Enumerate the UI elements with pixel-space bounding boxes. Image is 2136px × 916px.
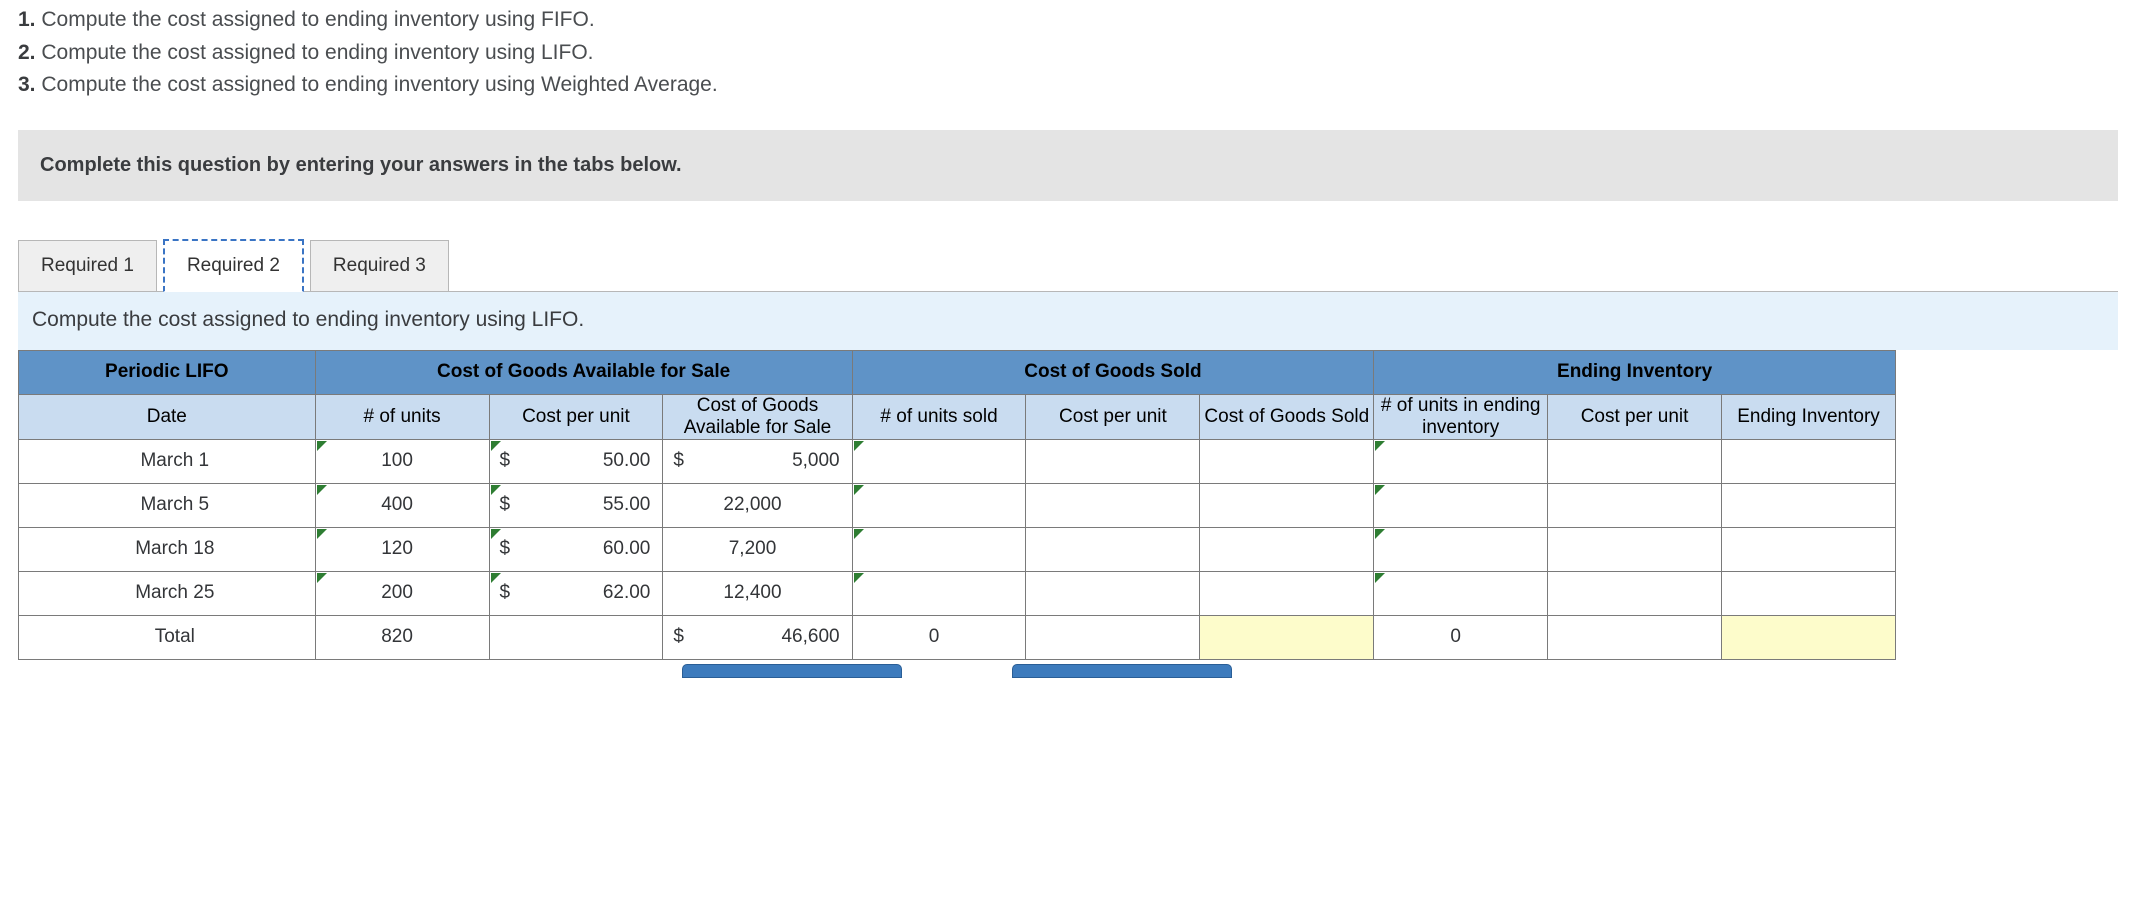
cell-units-input[interactable]: 400 [315,483,489,527]
table-row: March 1 100 $50.00 $5,000 [19,439,1896,483]
cell-cogs [1200,527,1374,571]
cell-total-units: 820 [315,615,489,659]
question-2: 2. Compute the cost assigned to ending i… [18,37,2118,70]
cell-units-input[interactable]: 120 [315,527,489,571]
group-header-available: Cost of Goods Available for Sale [315,350,852,394]
tab-required-1[interactable]: Required 1 [18,240,157,292]
cell-cpu-sold [1026,571,1200,615]
edit-indicator-icon [854,485,864,495]
cell-cpu-sold [1026,483,1200,527]
edit-indicator-icon [317,485,327,495]
corner-header: Periodic LIFO [19,350,316,394]
cell-blank [1548,615,1722,659]
cell-cost-per-unit-input[interactable]: $50.00 [489,439,663,483]
cell-ending-inventory [1722,439,1896,483]
cell-cpu-sold [1026,439,1200,483]
cell-cogs-available: 12,400 [663,571,852,615]
cell-cogs-available: 22,000 [663,483,852,527]
edit-indicator-icon [854,441,864,451]
col-cogs-available: Cost of Goods Available for Sale [663,394,852,439]
cell-total-units-sold: 0 [852,615,1026,659]
tabs-row: Required 1 Required 2 Required 3 [18,231,2136,291]
cell-cpu-end [1548,571,1722,615]
edit-indicator-icon [1375,529,1385,539]
edit-indicator-icon [854,573,864,583]
edit-indicator-icon [854,529,864,539]
col-cost-per-unit-sold: Cost per unit [1026,394,1200,439]
tab-required-2[interactable]: Required 2 [163,239,304,292]
cell-cogs [1200,439,1374,483]
col-units: # of units [315,394,489,439]
cell-units-ending-input[interactable] [1374,527,1548,571]
cell-total-units-ending: 0 [1374,615,1548,659]
group-header-ending: Ending Inventory [1374,350,1896,394]
edit-indicator-icon [1375,441,1385,451]
instruction-bar: Complete this question by entering your … [18,130,2118,201]
cell-units-sold-input[interactable] [852,483,1026,527]
cell-cpu-end [1548,439,1722,483]
cell-ending-inventory [1722,527,1896,571]
group-header-cogs: Cost of Goods Sold [852,350,1374,394]
cell-date: March 5 [19,483,316,527]
cell-units-sold-input[interactable] [852,571,1026,615]
cell-units-ending-input[interactable] [1374,483,1548,527]
prev-button[interactable] [682,664,902,678]
table-row: March 25 200 $62.00 12,400 [19,571,1896,615]
tab-prompt: Compute the cost assigned to ending inve… [18,291,2118,350]
cell-total-ending-inventory[interactable] [1722,615,1896,659]
cell-units-sold-input[interactable] [852,439,1026,483]
table-row: March 5 400 $55.00 22,000 [19,483,1896,527]
col-units-ending: # of units in ending inventory [1374,394,1548,439]
cell-cpu-end [1548,527,1722,571]
edit-indicator-icon [491,529,501,539]
cell-blank [489,615,663,659]
cell-cogs-available: 7,200 [663,527,852,571]
cell-cogs [1200,483,1374,527]
cell-units-ending-input[interactable] [1374,571,1548,615]
table-row: March 18 120 $60.00 7,200 [19,527,1896,571]
cell-date: March 25 [19,571,316,615]
cell-cpu-sold [1026,527,1200,571]
col-cost-per-unit-end: Cost per unit [1548,394,1722,439]
col-cogs: Cost of Goods Sold [1200,394,1374,439]
edit-indicator-icon [491,441,501,451]
edit-indicator-icon [317,441,327,451]
cell-blank [1026,615,1200,659]
cell-cpu-end [1548,483,1722,527]
cell-cost-per-unit-input[interactable]: $62.00 [489,571,663,615]
tab-required-3[interactable]: Required 3 [310,240,449,292]
edit-indicator-icon [491,573,501,583]
cell-units-sold-input[interactable] [852,527,1026,571]
cell-ending-inventory [1722,571,1896,615]
col-date: Date [19,394,316,439]
cell-cogs [1200,571,1374,615]
cell-total-cogs-available: $46,600 [663,615,852,659]
cell-cost-per-unit-input[interactable]: $60.00 [489,527,663,571]
cell-units-input[interactable]: 100 [315,439,489,483]
cell-date: March 18 [19,527,316,571]
question-3: 3. Compute the cost assigned to ending i… [18,69,2118,102]
edit-indicator-icon [491,485,501,495]
footer-nav [18,664,1896,678]
cell-units-input[interactable]: 200 [315,571,489,615]
col-cost-per-unit: Cost per unit [489,394,663,439]
cell-total-label: Total [19,615,316,659]
question-1: 1. Compute the cost assigned to ending i… [18,4,2118,37]
next-button[interactable] [1012,664,1232,678]
col-ending-inventory: Ending Inventory [1722,394,1896,439]
cell-cost-per-unit-input[interactable]: $55.00 [489,483,663,527]
edit-indicator-icon [1375,485,1385,495]
edit-indicator-icon [1375,573,1385,583]
lifo-table: Periodic LIFO Cost of Goods Available fo… [18,350,1896,660]
cell-date: March 1 [19,439,316,483]
edit-indicator-icon [317,573,327,583]
cell-total-cogs[interactable] [1200,615,1374,659]
col-units-sold: # of units sold [852,394,1026,439]
question-list: 1. Compute the cost assigned to ending i… [0,0,2136,110]
cell-cogs-available: $5,000 [663,439,852,483]
table-total-row: Total 820 $46,600 0 0 [19,615,1896,659]
cell-ending-inventory [1722,483,1896,527]
edit-indicator-icon [317,529,327,539]
cell-units-ending-input[interactable] [1374,439,1548,483]
